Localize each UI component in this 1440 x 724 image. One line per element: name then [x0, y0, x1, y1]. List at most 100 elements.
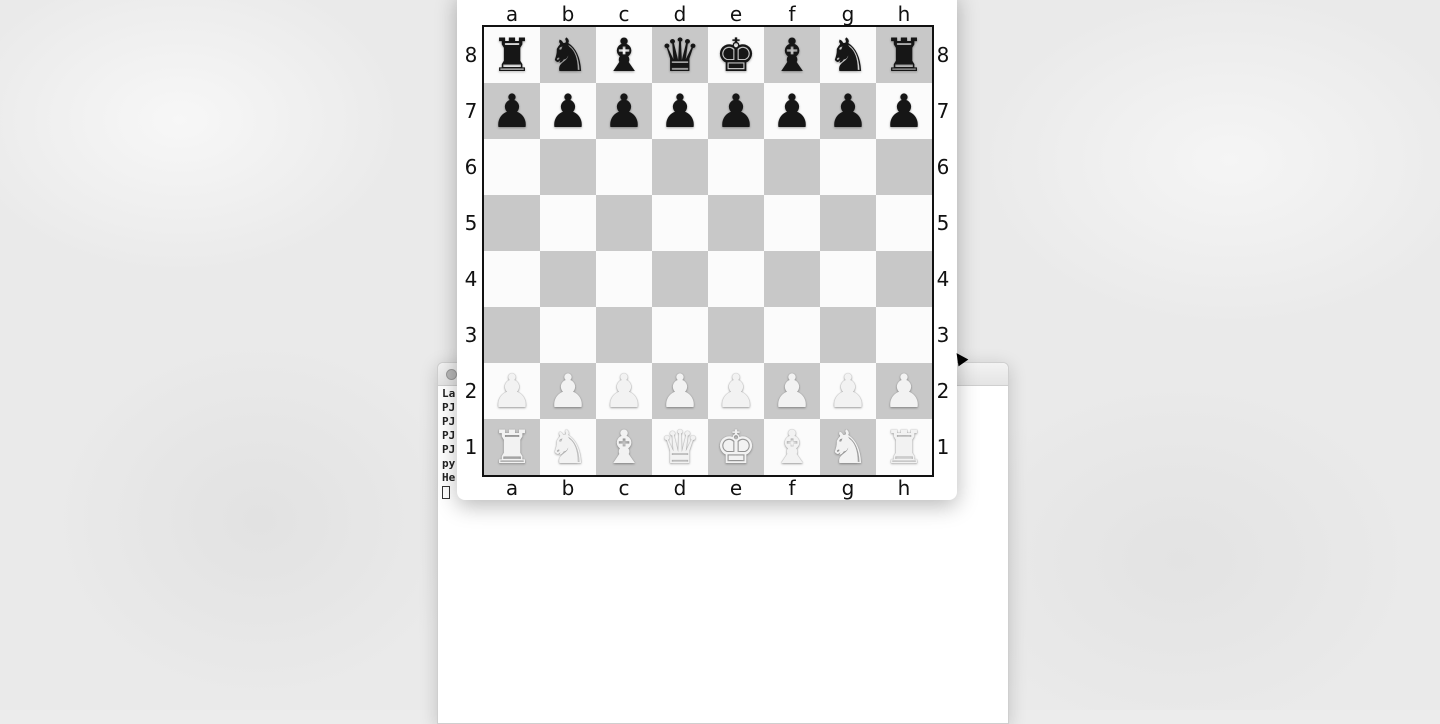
square-e6[interactable]	[708, 139, 764, 195]
white-pawn-icon[interactable]: ♟	[547, 363, 588, 419]
square-h8[interactable]: ♜	[876, 27, 932, 83]
left-rank-label-8: 8	[464, 43, 478, 67]
square-g4[interactable]	[820, 251, 876, 307]
square-b1[interactable]: ♞	[540, 419, 596, 475]
square-e1[interactable]: ♚	[708, 419, 764, 475]
square-h3[interactable]	[876, 307, 932, 363]
square-e3[interactable]	[708, 307, 764, 363]
square-a1[interactable]: ♜	[484, 419, 540, 475]
close-icon[interactable]	[446, 369, 457, 380]
white-pawn-icon[interactable]: ♟	[491, 363, 532, 419]
square-h7[interactable]: ♟	[876, 83, 932, 139]
square-g5[interactable]	[820, 195, 876, 251]
black-pawn-icon[interactable]: ♟	[827, 83, 868, 139]
white-pawn-icon[interactable]: ♟	[827, 363, 868, 419]
square-c6[interactable]	[596, 139, 652, 195]
black-queen-icon[interactable]: ♛	[659, 27, 700, 83]
square-a4[interactable]	[484, 251, 540, 307]
white-rook-icon[interactable]: ♜	[491, 419, 532, 475]
white-queen-icon[interactable]: ♛	[659, 419, 700, 475]
square-b5[interactable]	[540, 195, 596, 251]
black-pawn-icon[interactable]: ♟	[883, 83, 924, 139]
square-f5[interactable]	[764, 195, 820, 251]
black-pawn-icon[interactable]: ♟	[659, 83, 700, 139]
white-pawn-icon[interactable]: ♟	[659, 363, 700, 419]
square-b8[interactable]: ♞	[540, 27, 596, 83]
square-a7[interactable]: ♟	[484, 83, 540, 139]
black-rook-icon[interactable]: ♜	[883, 27, 924, 83]
square-b7[interactable]: ♟	[540, 83, 596, 139]
square-d5[interactable]	[652, 195, 708, 251]
white-pawn-icon[interactable]: ♟	[715, 363, 756, 419]
square-g3[interactable]	[820, 307, 876, 363]
square-c4[interactable]	[596, 251, 652, 307]
square-g1[interactable]: ♞	[820, 419, 876, 475]
black-pawn-icon[interactable]: ♟	[715, 83, 756, 139]
square-f1[interactable]: ♝	[764, 419, 820, 475]
square-h4[interactable]	[876, 251, 932, 307]
square-a5[interactable]	[484, 195, 540, 251]
white-pawn-icon[interactable]: ♟	[771, 363, 812, 419]
square-b4[interactable]	[540, 251, 596, 307]
square-b2[interactable]: ♟	[540, 363, 596, 419]
black-pawn-icon[interactable]: ♟	[547, 83, 588, 139]
square-f2[interactable]: ♟	[764, 363, 820, 419]
black-pawn-icon[interactable]: ♟	[771, 83, 812, 139]
square-f8[interactable]: ♝	[764, 27, 820, 83]
square-d7[interactable]: ♟	[652, 83, 708, 139]
black-knight-icon[interactable]: ♞	[547, 27, 588, 83]
white-knight-icon[interactable]: ♞	[827, 419, 868, 475]
black-pawn-icon[interactable]: ♟	[491, 83, 532, 139]
square-e8[interactable]: ♚	[708, 27, 764, 83]
white-rook-icon[interactable]: ♜	[883, 419, 924, 475]
square-a3[interactable]	[484, 307, 540, 363]
white-pawn-icon[interactable]: ♟	[883, 363, 924, 419]
square-d1[interactable]: ♛	[652, 419, 708, 475]
black-pawn-icon[interactable]: ♟	[603, 83, 644, 139]
square-f7[interactable]: ♟	[764, 83, 820, 139]
black-bishop-icon[interactable]: ♝	[771, 27, 812, 83]
square-b6[interactable]	[540, 139, 596, 195]
square-g2[interactable]: ♟	[820, 363, 876, 419]
black-bishop-icon[interactable]: ♝	[603, 27, 644, 83]
square-h6[interactable]	[876, 139, 932, 195]
square-e4[interactable]	[708, 251, 764, 307]
square-b3[interactable]	[540, 307, 596, 363]
square-f3[interactable]	[764, 307, 820, 363]
square-d4[interactable]	[652, 251, 708, 307]
square-h2[interactable]: ♟	[876, 363, 932, 419]
square-d3[interactable]	[652, 307, 708, 363]
square-g6[interactable]	[820, 139, 876, 195]
black-king-icon[interactable]: ♚	[715, 27, 756, 83]
square-d8[interactable]: ♛	[652, 27, 708, 83]
white-knight-icon[interactable]: ♞	[547, 419, 588, 475]
square-c1[interactable]: ♝	[596, 419, 652, 475]
square-h5[interactable]	[876, 195, 932, 251]
square-g7[interactable]: ♟	[820, 83, 876, 139]
square-d2[interactable]: ♟	[652, 363, 708, 419]
square-c7[interactable]: ♟	[596, 83, 652, 139]
square-e2[interactable]: ♟	[708, 363, 764, 419]
square-h1[interactable]: ♜	[876, 419, 932, 475]
white-bishop-icon[interactable]: ♝	[603, 419, 644, 475]
square-e5[interactable]	[708, 195, 764, 251]
square-a8[interactable]: ♜	[484, 27, 540, 83]
square-c3[interactable]	[596, 307, 652, 363]
chess-board[interactable]: ♜ ♞ ♝ ♛ ♚ ♝ ♞ ♜ ♟ ♟ ♟ ♟ ♟ ♟ ♟ ♟ ♟ ♟ ♟ ♟ ♟ ♟ ♟ ♟ ♜ ♞ ♝ ♛ ♚ ♝ ♞ ♜	[482, 25, 934, 477]
black-knight-icon[interactable]: ♞	[827, 27, 868, 83]
square-f6[interactable]	[764, 139, 820, 195]
square-c5[interactable]	[596, 195, 652, 251]
square-g8[interactable]: ♞	[820, 27, 876, 83]
square-a2[interactable]: ♟	[484, 363, 540, 419]
square-c2[interactable]: ♟	[596, 363, 652, 419]
white-king-icon[interactable]: ♚	[715, 419, 756, 475]
square-c8[interactable]: ♝	[596, 27, 652, 83]
square-f4[interactable]	[764, 251, 820, 307]
white-pawn-icon[interactable]: ♟	[603, 363, 644, 419]
white-bishop-icon[interactable]: ♝	[771, 419, 812, 475]
terminal-prompt[interactable]	[442, 485, 455, 499]
square-e7[interactable]: ♟	[708, 83, 764, 139]
square-d6[interactable]	[652, 139, 708, 195]
square-a6[interactable]	[484, 139, 540, 195]
black-rook-icon[interactable]: ♜	[491, 27, 532, 83]
